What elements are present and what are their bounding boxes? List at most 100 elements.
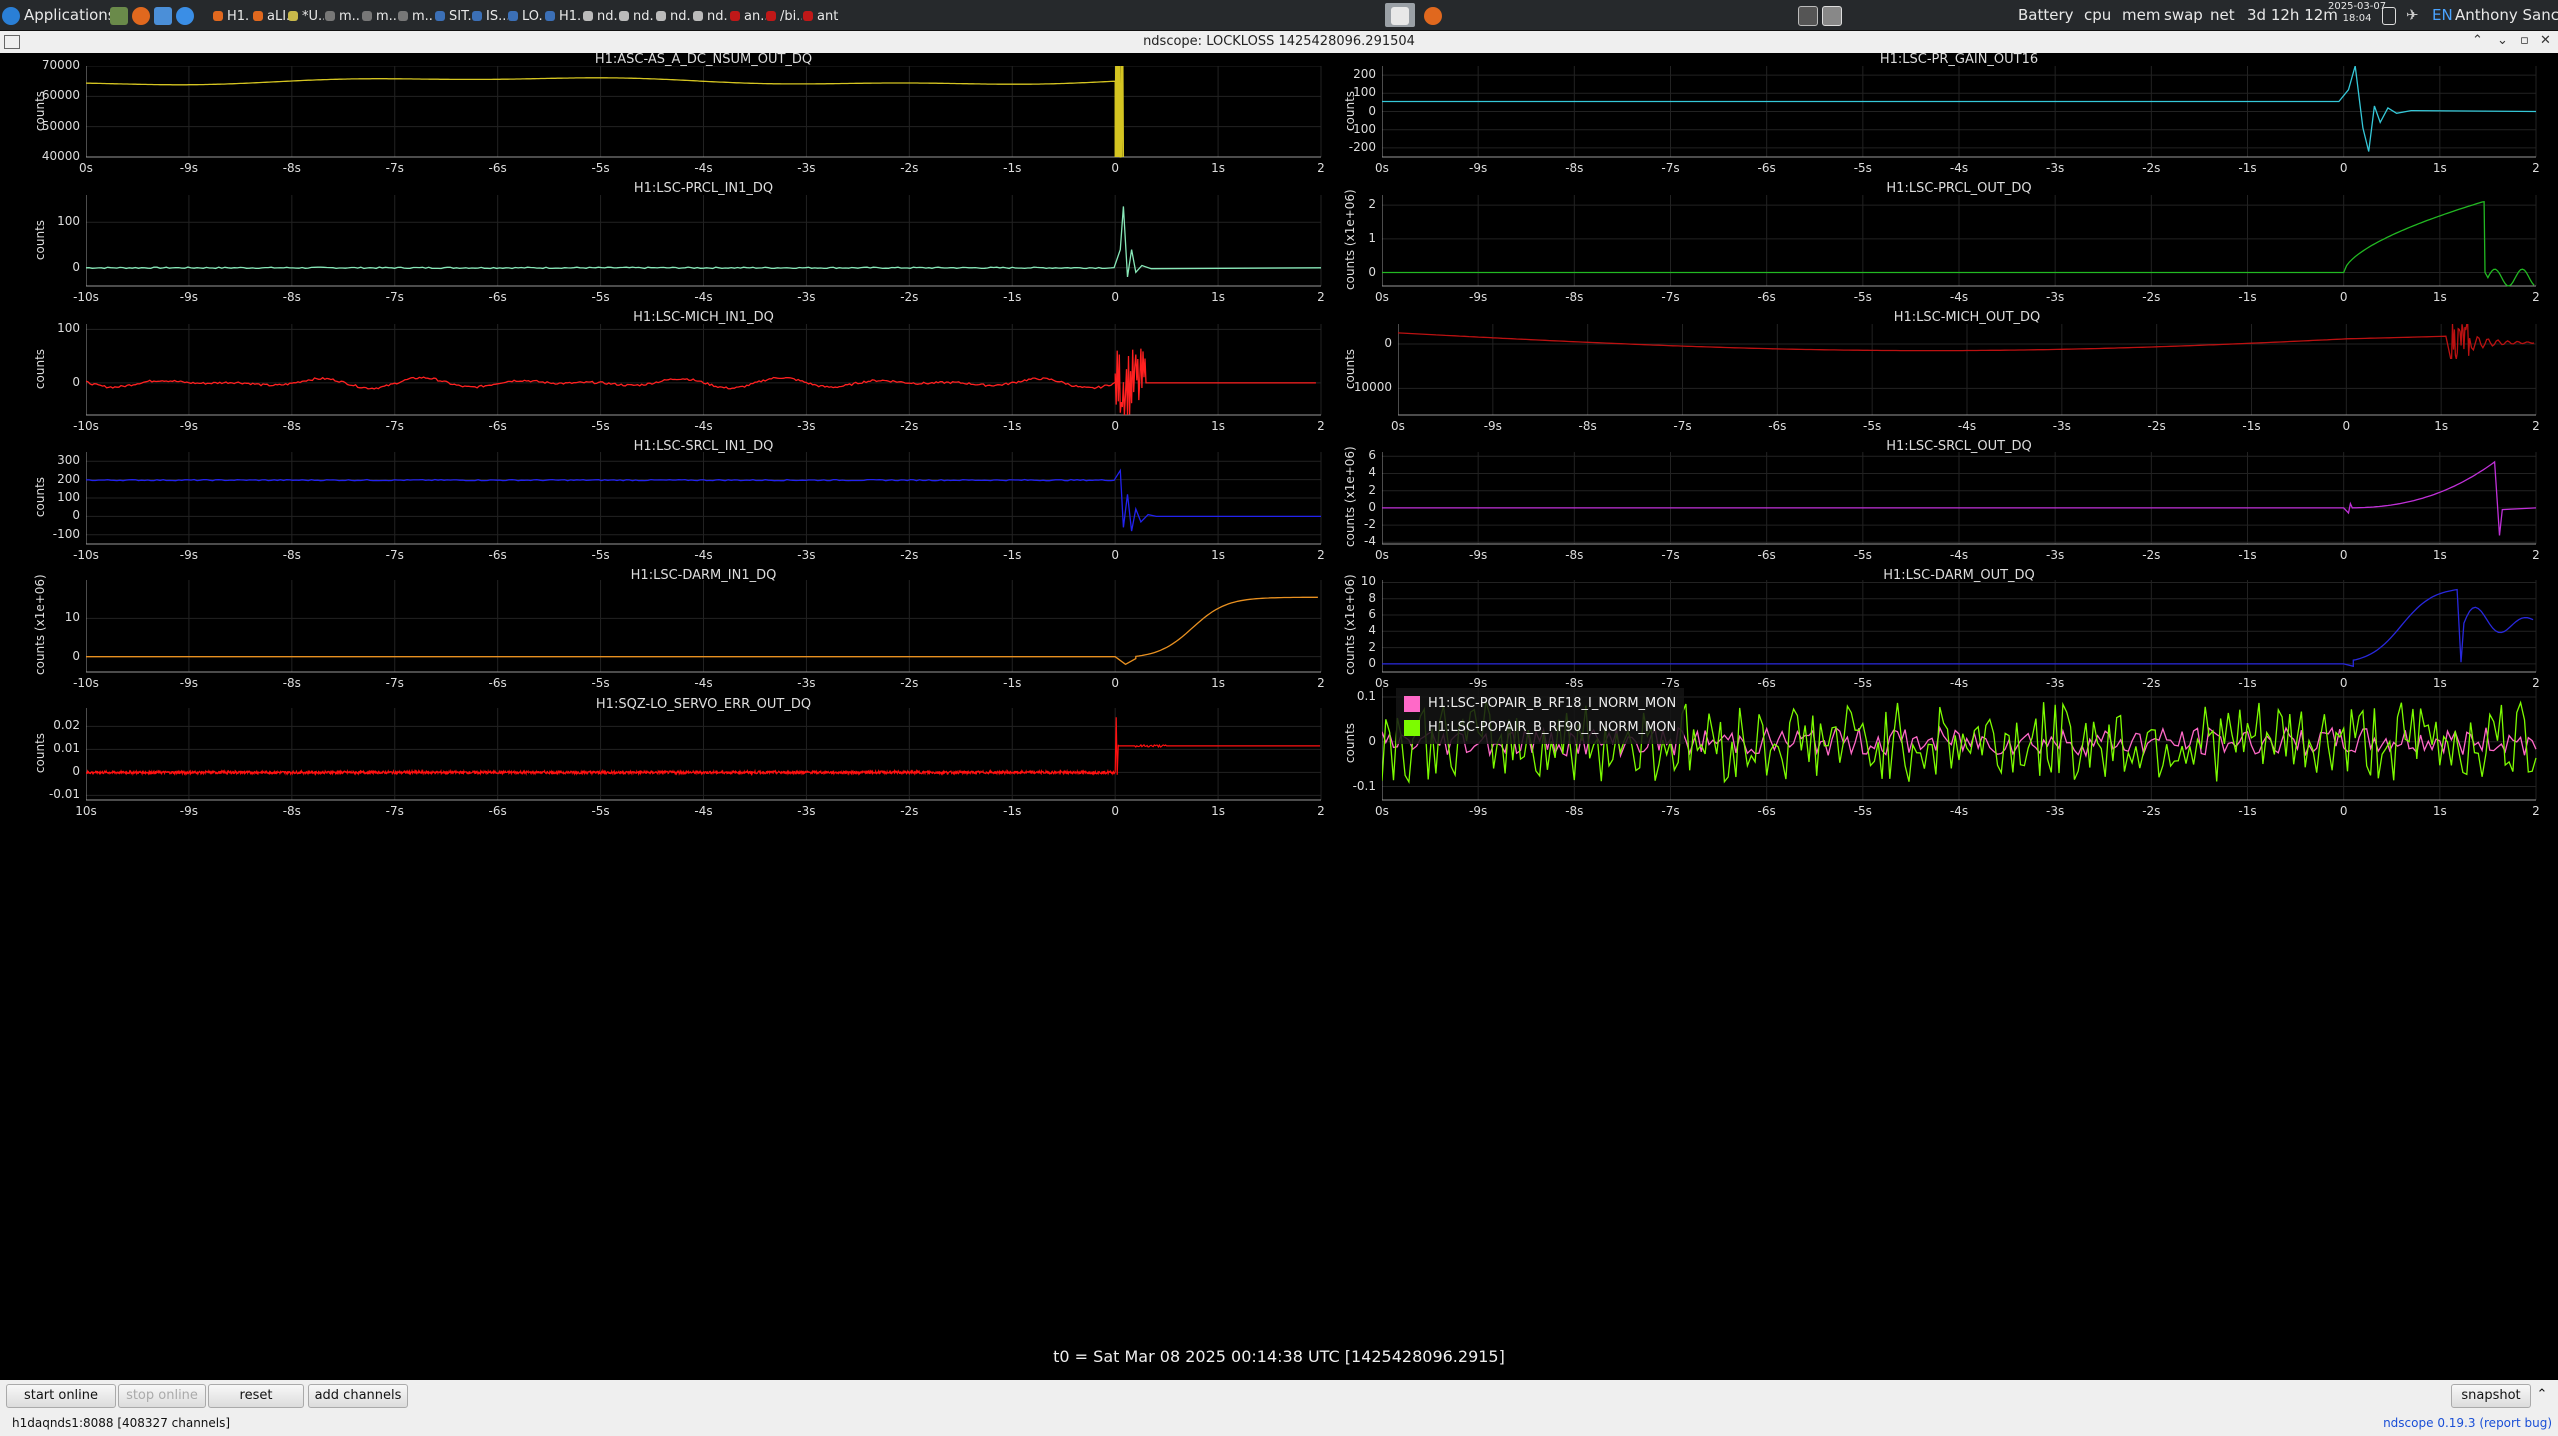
trace-line [1382, 200, 2535, 287]
task-button[interactable]: H1... [545, 3, 581, 27]
swap-monitor[interactable]: swap [2164, 3, 2203, 27]
chrome-icon[interactable] [176, 6, 194, 25]
ndscope-link[interactable]: ndscope [2383, 1416, 2433, 1430]
x-tick-label: -3s [2046, 804, 2065, 818]
task-button[interactable]: SIT... [435, 3, 471, 27]
version-link[interactable]: 0.19.3 [2437, 1416, 2475, 1430]
task-button[interactable]: IS... [472, 3, 508, 27]
task-button[interactable]: m... [362, 3, 398, 27]
y-tick-label: 0 [1368, 103, 1376, 118]
power-icon[interactable] [2382, 3, 2400, 27]
reset-button[interactable]: reset [208, 1384, 304, 1408]
task-app-icon [583, 10, 593, 21]
task-button[interactable]: LO... [508, 3, 544, 27]
stop-online-button[interactable]: stop online [118, 1384, 206, 1408]
task-ndscope-active[interactable] [1385, 3, 1415, 27]
plot-canvas-p9[interactable] [86, 580, 1325, 674]
x-tick-label: -7s [385, 548, 404, 562]
plot-canvas-p5[interactable] [86, 324, 1325, 417]
task-label: /bi... [780, 9, 802, 24]
mem-monitor[interactable]: mem [2122, 3, 2160, 27]
task-button[interactable]: an... [730, 3, 766, 27]
workspace-2-icon[interactable] [1822, 5, 1842, 26]
snapshot-button[interactable]: snapshot [2451, 1384, 2531, 1408]
add-channels-button[interactable]: add channels [308, 1384, 408, 1408]
window-pin-icon[interactable]: ⌃ [2472, 33, 2483, 48]
task-button[interactable]: *U... [288, 3, 324, 27]
plot-canvas-p1[interactable] [86, 66, 1325, 159]
window-titlebar: ndscope: LOCKLOSS 1425428096.291504 ⌃ ⌄ … [0, 31, 2558, 53]
report-bug-link[interactable]: (report bug) [2479, 1416, 2552, 1430]
task-app-icon [472, 10, 482, 21]
files-icon[interactable] [154, 6, 172, 25]
applications-menu[interactable]: Applications [2, 3, 112, 27]
x-tick-label: -1s [2242, 419, 2261, 433]
firefox-icon[interactable] [132, 6, 150, 25]
task-button[interactable]: /bi... [766, 3, 802, 27]
x-tick-label: 2 [2532, 290, 2540, 304]
terminal-icon[interactable] [110, 6, 128, 25]
plot-canvas-p11[interactable] [86, 708, 1325, 802]
y-tick-label: 1 [1368, 230, 1376, 245]
plot-canvas-p2[interactable] [1382, 66, 2540, 159]
legend-item[interactable]: H1:LSC-POPAIR_B_RF90_I_NORM_MON [1404, 716, 1676, 740]
x-tick-label: -9s [1469, 548, 1488, 562]
plot-canvas-p4[interactable] [1382, 195, 2540, 288]
plot-ylabel: counts [33, 219, 47, 260]
collapse-chevron-icon[interactable]: ⌃ [2533, 1384, 2551, 1406]
window-maximize-icon[interactable]: ▫ [2520, 33, 2529, 48]
x-tick-label: 0s [1391, 419, 1405, 433]
x-tick-label: -6s [1757, 548, 1776, 562]
task-button[interactable]: m... [398, 3, 434, 27]
legend-item[interactable]: H1:LSC-POPAIR_B_RF18_I_NORM_MON [1404, 692, 1676, 716]
x-tick-label: -6s [1768, 419, 1787, 433]
y-tick-label: 100 [57, 490, 80, 504]
workspace-switcher[interactable] [1798, 3, 1844, 27]
task-button[interactable]: nd... [656, 3, 692, 27]
x-tick-label: -1s [2238, 290, 2257, 304]
x-tick-label: -9s [179, 419, 199, 433]
x-tick-label: -8s [1578, 419, 1597, 433]
task-button[interactable]: nd... [693, 3, 729, 27]
plot-canvas-p6[interactable] [1398, 324, 2540, 417]
x-tick-label: 2 [1317, 548, 1325, 562]
task-button[interactable]: ant... [803, 3, 839, 27]
task-button[interactable]: aLI... [253, 3, 289, 27]
start-online-button[interactable]: start online [6, 1384, 116, 1408]
task-button[interactable]: H1... [213, 3, 249, 27]
plot-canvas-p7[interactable] [86, 452, 1325, 546]
plot-canvas-p8[interactable] [1382, 452, 2540, 546]
task-button[interactable]: nd... [619, 3, 655, 27]
task-app-icon [253, 10, 263, 21]
task-label: SIT... [449, 9, 471, 24]
net-monitor[interactable]: net [2210, 3, 2235, 27]
plot-legend[interactable]: H1:LSC-POPAIR_B_RF18_I_NORM_MON H1:LSC-PO… [1396, 688, 1685, 744]
task-button[interactable]: m... [325, 3, 361, 27]
x-tick-label: 2 [1317, 161, 1325, 175]
x-tick-label: -10s [73, 676, 99, 690]
network-icon[interactable]: ✈ [2406, 3, 2424, 27]
trace-line [86, 596, 1318, 666]
plot-canvas-p10[interactable] [1382, 580, 2540, 674]
window-close-icon[interactable]: ✕ [2540, 33, 2551, 48]
cpu-monitor[interactable]: cpu [2084, 3, 2111, 27]
y-tick-label: 6 [1368, 448, 1376, 463]
workspace-1-icon[interactable] [1798, 5, 1818, 26]
language-indicator[interactable]: EN [2432, 3, 2453, 27]
y-tick-label: 0 [72, 764, 80, 779]
x-tick-label: 1s [2432, 548, 2447, 562]
y-tick-label: 4 [1368, 623, 1376, 638]
x-tick-label: -5s [1853, 290, 1872, 304]
user-menu[interactable]: Anthony Sanchez [2455, 3, 2558, 27]
task-button[interactable]: nd... [583, 3, 619, 27]
task-firefox[interactable] [1420, 3, 1448, 27]
x-tick-label: -4s [694, 290, 713, 304]
x-tick-label: -5s [591, 676, 610, 690]
x-tick-label: -5s [591, 419, 610, 433]
window-minimize-icon[interactable]: ⌄ [2497, 33, 2508, 48]
x-tick-label: -6s [1757, 290, 1776, 304]
legend-label: H1:LSC-POPAIR_B_RF90_I_NORM_MON [1428, 720, 1677, 735]
plot-canvas-p3[interactable] [86, 195, 1325, 288]
battery-monitor[interactable]: Battery [2018, 3, 2074, 27]
clock[interactable]: 2025-03-07 18:04 [2328, 1, 2386, 29]
